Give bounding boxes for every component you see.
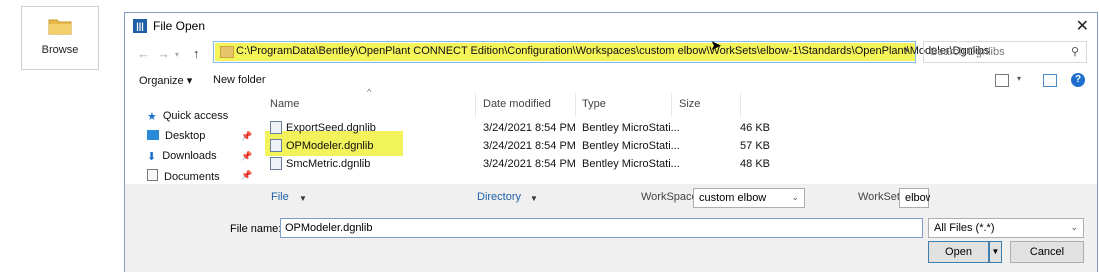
file-type: Bentley MicroStati...: [582, 140, 680, 152]
search-placeholder: Search Dgnlibs: [930, 46, 1005, 58]
column-date[interactable]: Date modified: [483, 98, 551, 110]
chevron-down-icon: ⌄: [1070, 222, 1078, 232]
workset-value: elbow: [905, 192, 930, 204]
file-name: ExportSeed.dgnlib: [286, 122, 376, 134]
column-size[interactable]: Size: [679, 98, 700, 110]
nav-quick-access[interactable]: ★ Quick access: [147, 110, 228, 123]
browse-button[interactable]: Browse: [21, 6, 99, 70]
dgnlib-file-icon: [270, 121, 282, 134]
forward-icon[interactable]: →: [157, 46, 170, 61]
file-type: Bentley MicroStati...: [582, 158, 680, 170]
nav-label: Downloads: [162, 150, 217, 162]
file-name: SmcMetric.dgnlib: [286, 158, 371, 170]
file-name-value: OPModeler.dgnlib: [285, 222, 373, 234]
directory-dropdown-icon[interactable]: ▼: [530, 194, 538, 203]
star-icon: ★: [147, 111, 157, 123]
file-date: 3/24/2021 8:54 PM: [483, 158, 576, 170]
dgnlib-file-icon: [270, 157, 282, 170]
preview-pane-icon[interactable]: [1043, 74, 1057, 87]
recent-dropdown-icon[interactable]: ▾: [175, 50, 179, 59]
dgnlib-file-icon: [270, 139, 282, 152]
column-separator[interactable]: [671, 93, 672, 117]
folder-icon: [48, 19, 72, 35]
workspace-select[interactable]: custom elbow ⌄: [693, 188, 805, 208]
up-icon[interactable]: ↑: [193, 46, 200, 61]
folder-icon: [220, 46, 234, 58]
file-row[interactable]: ExportSeed.dgnlib 3/24/2021 8:54 PM Bent…: [270, 119, 870, 137]
open-button[interactable]: Open: [928, 241, 989, 263]
workset-label: WorkSet: [858, 191, 900, 203]
dialog-title: File Open: [153, 19, 206, 33]
file-size: 57 KB: [740, 140, 770, 152]
sort-arrow-icon: ^: [367, 87, 372, 97]
address-dropdown-icon[interactable]: ▾: [905, 46, 909, 55]
column-separator[interactable]: [740, 93, 741, 117]
nav-downloads[interactable]: ⬇ Downloads: [147, 150, 217, 163]
view-options-icon[interactable]: [995, 74, 1009, 87]
nav-documents[interactable]: Documents: [147, 169, 220, 183]
directory-filter-tab[interactable]: Directory: [477, 191, 521, 203]
browse-label: Browse: [41, 44, 79, 56]
file-row[interactable]: SmcMetric.dgnlib 3/24/2021 8:54 PM Bentl…: [270, 155, 870, 173]
file-name: OPModeler.dgnlib: [286, 140, 374, 152]
chevron-down-icon: ⌄: [791, 192, 799, 202]
nav-label: Quick access: [162, 110, 229, 122]
column-name[interactable]: Name: [270, 98, 299, 110]
nav-desktop[interactable]: Desktop: [147, 130, 205, 142]
new-folder-button[interactable]: New folder: [213, 74, 266, 86]
file-name-input[interactable]: OPModeler.dgnlib: [280, 218, 923, 238]
file-name-label: File name:: [230, 223, 282, 235]
title-bar: ||| File Open ✕: [125, 13, 1097, 39]
workspace-label: WorkSpace: [641, 191, 698, 203]
file-type-select[interactable]: All Files (*.*) ⌄: [928, 218, 1084, 238]
file-size: 48 KB: [740, 158, 770, 170]
file-row[interactable]: OPModeler.dgnlib 3/24/2021 8:54 PM Bentl…: [270, 137, 870, 155]
document-icon: [147, 169, 158, 181]
pin-icon[interactable]: 📌: [241, 131, 252, 142]
file-filter-tab[interactable]: File: [271, 191, 289, 203]
nav-label: Documents: [164, 171, 220, 183]
download-icon: ⬇: [147, 151, 157, 163]
file-type-value: All Files (*.*): [934, 222, 995, 234]
file-type: Bentley MicroStati...: [582, 122, 680, 134]
desktop-icon: [147, 130, 159, 140]
cancel-button[interactable]: Cancel: [1010, 241, 1084, 263]
search-input[interactable]: Search Dgnlibs ⚲: [923, 41, 1087, 63]
open-dropdown-icon[interactable]: ▼: [989, 241, 1002, 263]
column-separator[interactable]: [575, 93, 576, 117]
organize-button[interactable]: Organize ▾: [139, 74, 192, 87]
app-icon: |||: [133, 19, 147, 33]
back-icon[interactable]: ←: [137, 46, 150, 61]
column-separator[interactable]: [475, 93, 476, 117]
nav-label: Desktop: [165, 130, 206, 142]
file-size: 46 KB: [740, 122, 770, 134]
file-open-dialog: ||| File Open ✕ ← → ▾ ↑ C:\ProgramData\B…: [124, 12, 1098, 272]
pin-icon[interactable]: 📌: [241, 170, 252, 181]
view-dropdown-icon[interactable]: ▾: [1017, 74, 1021, 83]
mouse-cursor-icon: ➤: [710, 37, 722, 53]
path-text: C:\ProgramData\Bentley\OpenPlant CONNECT…: [236, 45, 990, 57]
file-date: 3/24/2021 8:54 PM: [483, 122, 576, 134]
address-bar[interactable]: C:\ProgramData\Bentley\OpenPlant CONNECT…: [213, 41, 989, 63]
workset-select[interactable]: elbow: [899, 188, 930, 208]
file-date: 3/24/2021 8:54 PM: [483, 140, 576, 152]
pin-icon[interactable]: 📌: [241, 151, 252, 162]
column-type[interactable]: Type: [582, 98, 606, 110]
workspace-value: custom elbow: [699, 192, 767, 204]
close-icon[interactable]: ✕: [1076, 16, 1089, 36]
search-icon[interactable]: ⚲: [1071, 45, 1079, 58]
help-icon[interactable]: ?: [1071, 73, 1085, 87]
file-filter-dropdown-icon[interactable]: ▼: [299, 194, 307, 203]
